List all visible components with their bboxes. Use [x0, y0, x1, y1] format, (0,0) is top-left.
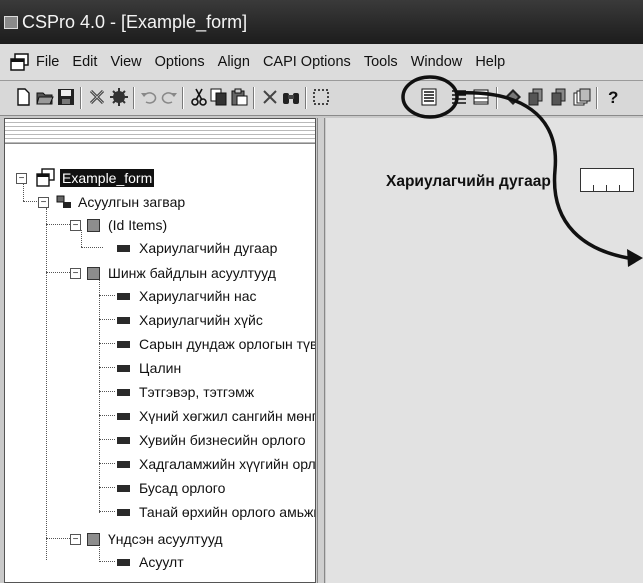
- tree-label-level: Асуулгын загвар: [78, 194, 186, 210]
- redo-icon[interactable]: [160, 88, 178, 106]
- tree-item-label: Танай өрхийн орлого амьжи: [139, 504, 316, 520]
- form-tree-pane: − Example_form − Асуулгын загвар − (Id I…: [4, 118, 316, 583]
- tree-item-label: Асуулт: [139, 554, 184, 570]
- window-titlebar: CSPro 4.0 - [Example_form]: [0, 0, 643, 44]
- field-label[interactable]: Хариулагчийн дугаар: [386, 173, 551, 191]
- item-icon: [117, 341, 130, 348]
- tree-item-label: Хариулагчийн хүйс: [139, 312, 263, 328]
- page-stack-2-icon[interactable]: [550, 88, 568, 106]
- page-stack-icon[interactable]: [527, 88, 545, 106]
- select-box-icon[interactable]: [312, 88, 330, 106]
- binoculars-icon[interactable]: [282, 88, 300, 106]
- item-icon: [117, 461, 130, 468]
- tree-label-form: Example_form: [60, 169, 155, 187]
- record-icon: [87, 267, 100, 280]
- toolbar: ?: [0, 81, 643, 116]
- grid-icon[interactable]: [472, 88, 490, 106]
- menu-bar: File Edit View Options Align CAPI Option…: [0, 44, 643, 81]
- tree-label-record-1: Шинж байдлын асуултууд: [108, 265, 276, 281]
- svg-text:?: ?: [608, 88, 618, 106]
- menu-capi-options[interactable]: CAPI Options: [263, 44, 351, 80]
- cross-filled-icon[interactable]: [88, 88, 106, 106]
- pane-splitter[interactable]: [317, 118, 325, 583]
- collapse-icon[interactable]: −: [70, 534, 81, 545]
- menu-tools[interactable]: Tools: [364, 44, 398, 80]
- item-icon: [117, 317, 130, 324]
- menu-align[interactable]: Align: [218, 44, 250, 80]
- tree-label-id-items: (Id Items): [108, 217, 168, 233]
- tree-item-label: Хариулагчийн дугаар: [139, 240, 278, 256]
- menu-options[interactable]: Options: [155, 44, 205, 80]
- collapse-icon[interactable]: −: [70, 220, 81, 231]
- tree-pane-header: [5, 119, 315, 144]
- menu-window[interactable]: Window: [411, 44, 463, 80]
- save-icon[interactable]: [57, 88, 75, 106]
- menu-view[interactable]: View: [110, 44, 141, 80]
- cut-icon[interactable]: [190, 88, 208, 106]
- tree-item-label: Бусад орлого: [139, 480, 226, 496]
- collapse-icon[interactable]: −: [38, 197, 49, 208]
- menu-file[interactable]: File: [36, 44, 59, 80]
- paste-icon[interactable]: [230, 88, 248, 106]
- item-icon: [117, 389, 130, 396]
- gear-icon[interactable]: [110, 88, 128, 106]
- item-icon: [117, 485, 130, 492]
- tree-item-label: Сарын дундаж орлогын түвш: [139, 336, 316, 352]
- level-icon: [56, 195, 71, 208]
- form-canvas[interactable]: Хариулагчийн дугаар: [326, 118, 643, 583]
- collapse-icon[interactable]: −: [16, 173, 27, 184]
- menu-help[interactable]: Help: [475, 44, 505, 80]
- diamond-icon[interactable]: [504, 88, 522, 106]
- item-icon: [117, 365, 130, 372]
- delete-icon[interactable]: [261, 88, 279, 106]
- roster-vertical-icon[interactable]: [420, 88, 438, 106]
- new-icon[interactable]: [14, 88, 32, 106]
- form-file-icon: [36, 168, 55, 187]
- tree-item-label: Хүний хөгжил сангийн мөнгө: [139, 408, 316, 424]
- pages-icon[interactable]: [573, 88, 591, 106]
- item-icon: [117, 413, 130, 420]
- record-icon: [87, 533, 100, 546]
- field-input-box[interactable]: [580, 168, 634, 192]
- window-title: CSPro 4.0 - [Example_form]: [22, 12, 248, 32]
- tree-item-label: Хадгаламжийн хүүгийн орлого: [139, 456, 316, 472]
- copy-icon[interactable]: [210, 88, 228, 106]
- item-icon: [117, 293, 130, 300]
- collapse-icon[interactable]: −: [70, 268, 81, 279]
- form-tree: − Example_form − Асуулгын загвар − (Id I…: [6, 143, 316, 582]
- roster-horizontal-icon[interactable]: [450, 88, 468, 106]
- menu-edit[interactable]: Edit: [72, 44, 97, 80]
- tree-item-label: Тэтгэвэр, тэтгэмж: [139, 384, 255, 400]
- item-icon: [117, 437, 130, 444]
- open-icon[interactable]: [36, 88, 54, 106]
- tree-item-label: Хувийн бизнесийн орлого: [139, 432, 306, 448]
- help-icon[interactable]: ?: [604, 88, 622, 106]
- item-icon: [117, 509, 130, 516]
- tree-item-label: Хариулагчийн нас: [139, 288, 257, 304]
- undo-icon[interactable]: [140, 88, 158, 106]
- app-icon: [4, 16, 18, 29]
- tree-item-label: Цалин: [139, 360, 182, 376]
- item-icon: [117, 559, 130, 566]
- document-icon[interactable]: [10, 53, 30, 71]
- record-icon: [87, 219, 100, 232]
- item-icon: [117, 245, 130, 252]
- tree-label-record-2: Үндсэн асуултууд: [108, 531, 223, 547]
